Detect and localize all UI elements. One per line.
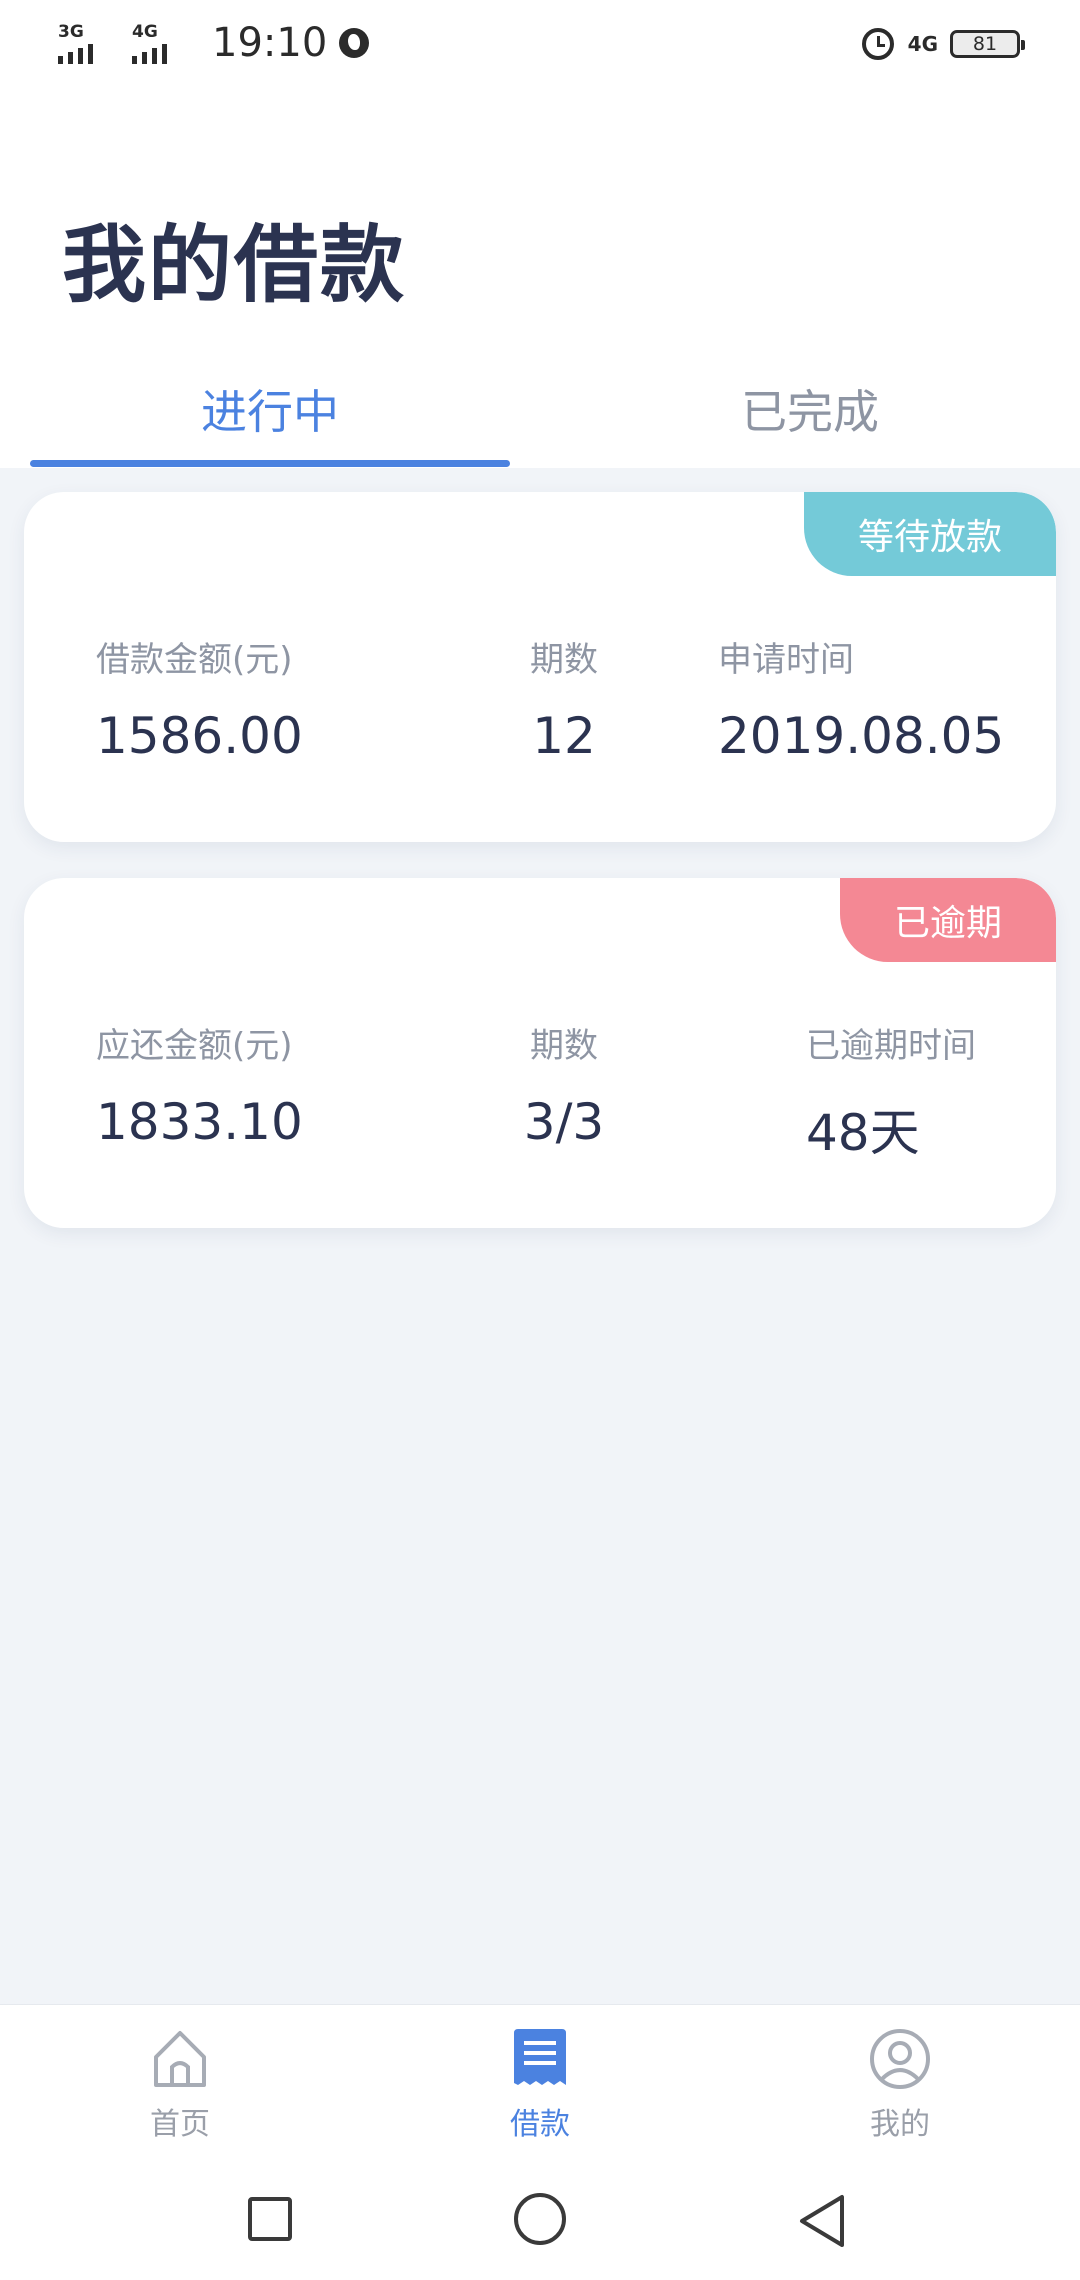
field-value: 48天: [806, 1104, 920, 1162]
status-bar: 3G 4G 19:10 4G 81: [0, 0, 1080, 86]
field-value: 2019.08.05: [718, 707, 1005, 765]
field-value: 1833.10: [96, 1093, 303, 1151]
loan-amount-field: 借款金额(元) 1586.00: [96, 632, 303, 765]
tab-completed[interactable]: 已完成: [540, 376, 1080, 442]
back-icon[interactable]: [796, 2191, 848, 2251]
field-value: 12: [532, 707, 596, 765]
nav-item-mine[interactable]: 我的: [800, 2027, 1000, 2157]
signal-1-generation: 3G: [58, 22, 84, 42]
nav-item-loan[interactable]: 借款: [440, 2027, 640, 2157]
globe-icon: [339, 28, 370, 58]
field-value: 1586.00: [96, 707, 303, 765]
bottom-nav: 首页 借款 我的: [0, 2004, 1080, 2280]
installments-field: 期数 12: [502, 632, 626, 765]
loan-receipt-icon: [514, 2029, 566, 2085]
signal-icon: 3G: [58, 22, 118, 64]
status-time: 19:10: [212, 20, 328, 66]
status-right: 4G 81: [861, 22, 1025, 66]
page-title: 我的借款: [62, 216, 407, 314]
field-label: 期数: [530, 640, 598, 680]
header: 我的借款 进行中 已完成: [0, 86, 1080, 468]
network-type: 4G: [907, 32, 938, 56]
status-badge: 已逾期: [839, 878, 1056, 962]
field-value: 3/3: [523, 1093, 605, 1151]
tab-indicator: [30, 460, 510, 467]
tab-in-progress[interactable]: 进行中: [0, 376, 540, 442]
field-label: 申请时间: [718, 640, 854, 680]
home-button[interactable]: [514, 2193, 566, 2245]
system-nav-bar: [0, 2161, 1080, 2280]
field-label: 应还金额(元): [96, 1026, 293, 1066]
apply-date-field: 申请时间 2019.08.05: [718, 632, 1004, 765]
status-left: 3G 4G 19:10: [58, 18, 370, 68]
overdue-time-field: 已逾期时间 48天: [806, 1018, 976, 1165]
signal-icon: 4G: [132, 22, 192, 64]
nav-item-home[interactable]: 首页: [80, 2027, 280, 2157]
installments-field: 期数 3/3: [502, 1018, 626, 1151]
field-label: 期数: [530, 1026, 598, 1066]
battery-icon: 81: [950, 30, 1025, 58]
loan-card[interactable]: 等待放款 借款金额(元) 1586.00 期数 12 申请时间 2019.08.…: [24, 492, 1056, 842]
home-icon: [154, 2031, 206, 2087]
user-icon: [870, 2029, 930, 2089]
nav-label: 借款: [510, 2107, 570, 2142]
recent-apps-button[interactable]: [248, 2197, 292, 2241]
loan-card[interactable]: 已逾期 应还金额(元) 1833.10 期数 3/3 已逾期时间 48天: [24, 878, 1056, 1228]
signal-2-generation: 4G: [132, 22, 158, 42]
repay-amount-field: 应还金额(元) 1833.10: [96, 1018, 303, 1151]
field-label: 借款金额(元): [96, 640, 293, 680]
status-badge: 等待放款: [803, 492, 1056, 576]
alarm-icon: [861, 28, 894, 60]
field-label: 已逾期时间: [806, 1026, 976, 1066]
nav-label: 首页: [150, 2107, 210, 2142]
nav-label: 我的: [870, 2107, 930, 2142]
battery-level: 81: [972, 33, 998, 55]
